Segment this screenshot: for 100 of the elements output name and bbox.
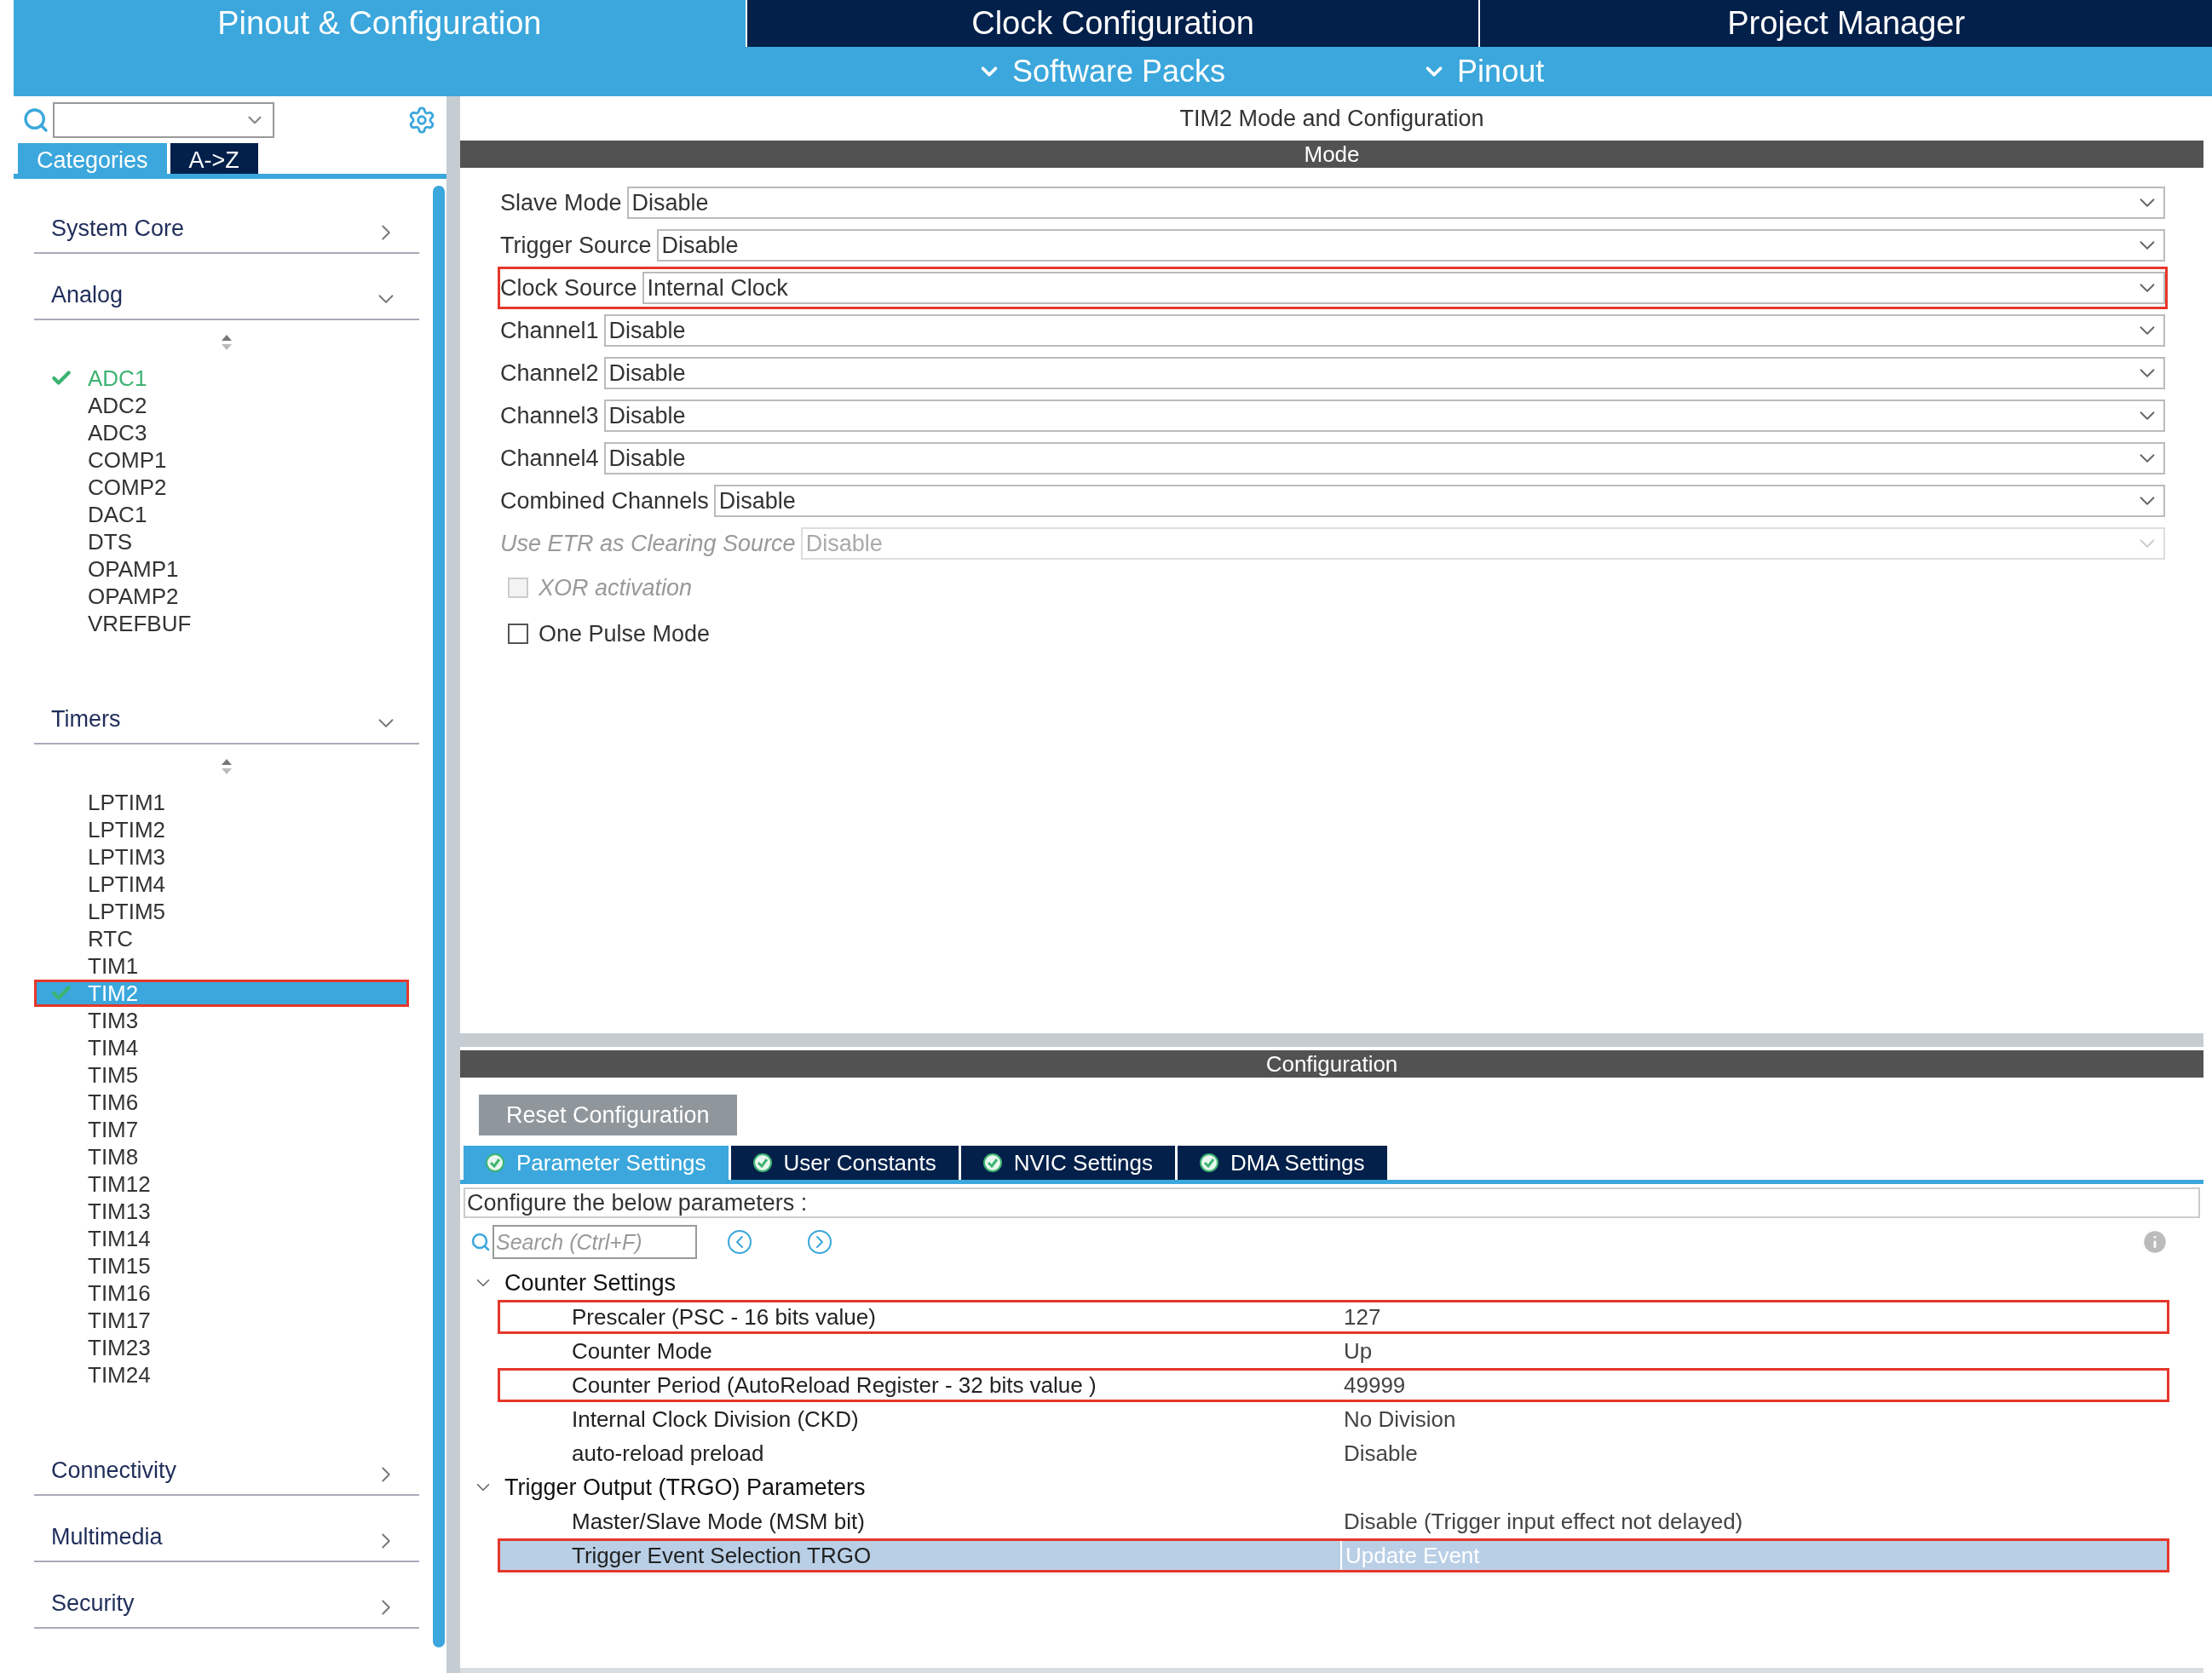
peripheral-item[interactable]: LPTIM4 — [34, 871, 409, 898]
peripheral-item[interactable]: COMP1 — [34, 446, 409, 474]
peripheral-item[interactable]: TIM23 — [34, 1334, 409, 1361]
peripheral-item[interactable]: ADC2 — [34, 392, 409, 419]
parameter-name: Trigger Event Selection TRGO — [571, 1541, 873, 1570]
config-tab[interactable]: User Constants — [730, 1146, 959, 1180]
field-label: Channel2 — [500, 359, 600, 388]
field-label: Combined Channels — [500, 486, 710, 515]
next-icon[interactable] — [808, 1230, 832, 1254]
parameter-row[interactable]: Counter Mode Up — [498, 1334, 2169, 1368]
peripheral-item[interactable]: TIM17 — [34, 1307, 409, 1334]
parameter-value: Update Event — [1340, 1541, 2167, 1570]
select-field[interactable]: Internal Clock — [642, 272, 2165, 304]
parameter-value: Disable — [1343, 1439, 1419, 1468]
parameter-value: Up — [1343, 1337, 1374, 1365]
parameter-name: Counter Period (AutoReload Register - 32 bits value ) — [571, 1371, 1097, 1400]
section-header: Mode — [460, 141, 2203, 168]
search-field[interactable]: Search (Ctrl+F) — [493, 1225, 697, 1259]
group-label: Counter Settings — [504, 1268, 677, 1297]
field-label: Channel4 — [500, 444, 600, 473]
select-field[interactable]: Disable — [626, 187, 2165, 219]
peripheral-item[interactable]: TIM6 — [34, 1089, 409, 1116]
view-tab[interactable]: A->Z — [170, 143, 258, 174]
parameter-row[interactable]: Counter Period (AutoReload Register - 32 bits value ) 49999 — [498, 1368, 2169, 1402]
parameter-value: No Division — [1343, 1405, 1457, 1434]
parameter-row[interactable]: Internal Clock Division (CKD) No Division — [498, 1402, 2169, 1436]
checkbox[interactable] — [508, 624, 528, 644]
peripheral-item[interactable]: TIM5 — [34, 1061, 409, 1089]
field-label: Channel1 — [500, 316, 600, 345]
peripheral-item[interactable]: TIM14 — [34, 1225, 409, 1252]
checkbox-label: XOR activation — [539, 573, 693, 602]
field-label: Trigger Source — [500, 231, 653, 260]
peripheral-item[interactable]: LPTIM5 — [34, 898, 409, 925]
group-label: Trigger Output (TRGO) Parameters — [504, 1473, 866, 1502]
parameter-value: 49999 — [1343, 1371, 1407, 1400]
peripheral-item[interactable]: DTS — [34, 528, 409, 555]
category-header[interactable]: Security — [34, 1562, 419, 1629]
parameter-name: auto-reload preload — [571, 1439, 765, 1468]
select-field[interactable]: Disable — [603, 314, 2165, 347]
select-field[interactable]: Disable — [713, 485, 2165, 517]
peripheral-item[interactable]: COMP2 — [34, 474, 409, 501]
config-tab[interactable]: DMA Settings — [1178, 1146, 1387, 1180]
peripheral-item[interactable]: TIM16 — [34, 1279, 409, 1307]
search-icon — [470, 1232, 491, 1252]
parameter-name: Prescaler (PSC - 16 bits value) — [571, 1302, 877, 1331]
check-circle-icon — [1200, 1153, 1219, 1172]
parameter-value: Disable (Trigger input effect not delayed) — [1343, 1507, 1744, 1536]
peripheral-item[interactable]: ADC3 — [34, 419, 409, 446]
checkbox-label: One Pulse Mode — [539, 619, 711, 648]
description-field: Configure the below parameters : — [464, 1187, 2200, 1218]
parameter-name: Master/Slave Mode (MSM bit) — [571, 1507, 866, 1536]
select-field[interactable]: Disable — [603, 400, 2165, 432]
peripheral-item[interactable]: DAC1 — [34, 501, 409, 528]
previous-icon[interactable] — [728, 1230, 752, 1254]
peripheral-item[interactable]: TIM7 — [34, 1116, 409, 1143]
select-field[interactable]: Disable — [603, 442, 2165, 474]
peripheral-item[interactable]: TIM15 — [34, 1252, 409, 1279]
section-header: Configuration — [460, 1050, 2203, 1078]
category-header[interactable]: Multimedia — [34, 1496, 419, 1562]
parameter-row[interactable]: Master/Slave Mode (MSM bit) Disable (Trigger input effect not delayed) — [498, 1504, 2169, 1538]
check-circle-icon — [752, 1153, 772, 1172]
peripheral-item[interactable]: TIM12 — [34, 1170, 409, 1198]
scroll-arrows-icon[interactable] — [220, 757, 233, 776]
top-tab[interactable]: Clock Configuration — [745, 0, 1479, 47]
peripheral-item[interactable]: TIM3 — [34, 1007, 409, 1034]
peripheral-item[interactable]: RTC — [34, 925, 409, 952]
peripheral-item[interactable]: LPTIM2 — [34, 816, 409, 843]
peripheral-item[interactable]: TIM1 — [34, 952, 409, 980]
select-field[interactable]: Disable — [656, 229, 2165, 262]
category-header[interactable]: System Core — [34, 187, 419, 254]
peripheral-item[interactable]: OPAMP1 — [34, 555, 409, 583]
scrollbar[interactable] — [433, 186, 445, 1647]
peripheral-item[interactable]: TIM4 — [34, 1034, 409, 1061]
parameter-value: 127 — [1343, 1302, 1382, 1331]
field-label: Slave Mode — [500, 188, 623, 217]
field-label: Clock Source — [500, 273, 638, 302]
select-field[interactable]: Disable — [603, 357, 2165, 389]
settings-icon[interactable] — [407, 105, 436, 135]
field-label: Channel3 — [500, 401, 600, 430]
peripheral-item[interactable]: VREFBUF — [34, 610, 409, 637]
category-header[interactable]: Connectivity — [34, 1429, 419, 1496]
top-tab[interactable]: Project Manager — [1478, 0, 2212, 47]
peripheral-item[interactable]: LPTIM3 — [34, 843, 409, 871]
parameter-name: Counter Mode — [571, 1337, 713, 1365]
config-tab[interactable]: NVIC Settings — [960, 1146, 1176, 1180]
scroll-arrows-icon[interactable] — [220, 333, 233, 352]
parameter-row[interactable]: auto-reload preload Disable — [498, 1436, 2169, 1470]
category-header[interactable]: Analog — [34, 254, 419, 320]
peripheral-item[interactable]: TIM8 — [34, 1143, 409, 1170]
search-field[interactable] — [53, 101, 274, 138]
parameter-name: Internal Clock Division (CKD) — [571, 1405, 860, 1434]
peripheral-item[interactable]: LPTIM1 — [34, 789, 409, 816]
peripheral-item[interactable]: TIM24 — [34, 1361, 409, 1388]
parameter-row[interactable]: Trigger Event Selection TRGO Update Event — [498, 1538, 2169, 1572]
peripheral-item[interactable]: OPAMP2 — [34, 583, 409, 610]
peripheral-item[interactable]: TIM13 — [34, 1198, 409, 1225]
parameter-row[interactable]: Prescaler (PSC - 16 bits value) 127 — [498, 1300, 2169, 1334]
category-header[interactable]: Timers — [34, 678, 419, 745]
search-icon — [22, 106, 49, 134]
check-circle-icon — [486, 1153, 504, 1172]
